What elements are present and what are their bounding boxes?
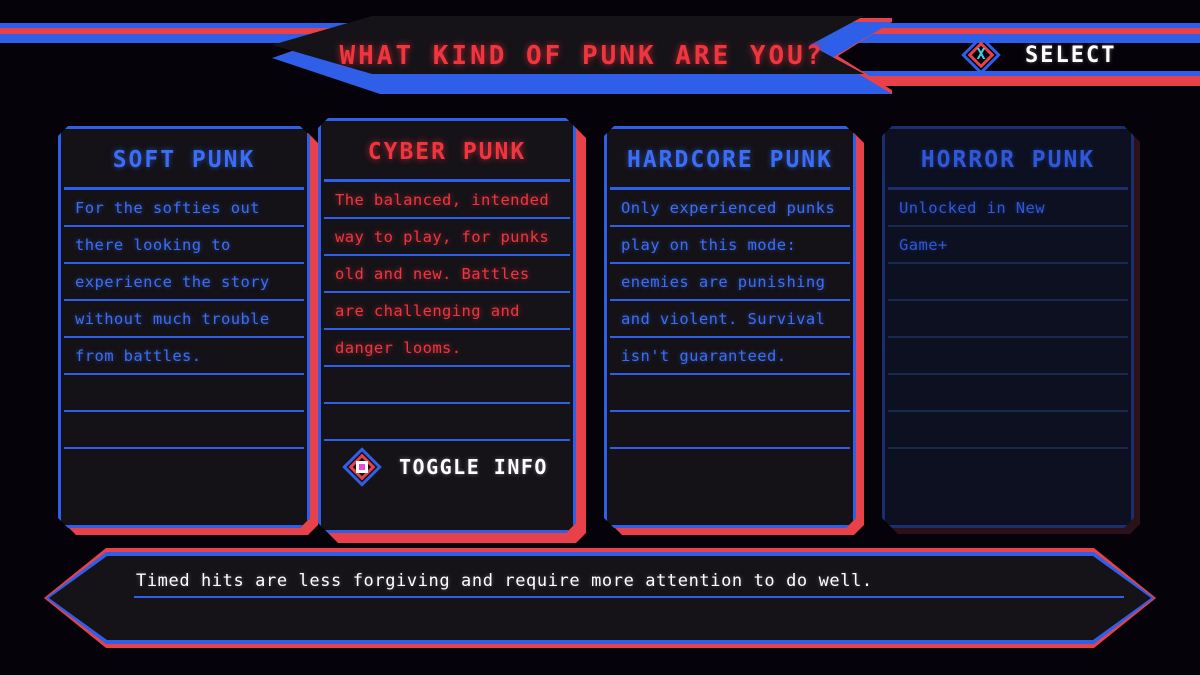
description-line: there looking to [64, 227, 304, 264]
description-line: experience the story [64, 264, 304, 301]
description-line [64, 375, 304, 412]
button-square-icon [333, 447, 391, 487]
card-description: Only experienced punks play on this mode… [610, 190, 850, 522]
description-line: way to play, for punks [324, 219, 570, 256]
description-line [888, 412, 1128, 449]
description-line [888, 301, 1128, 338]
description-line [888, 264, 1128, 301]
card-title: HARDCORE PUNK [610, 132, 850, 190]
game-screen: WHAT KIND OF PUNK ARE YOU? X SELECT SOFT… [0, 0, 1200, 675]
card-horror-punk[interactable]: HORROR PUNK Unlocked in New Game+ [882, 126, 1134, 528]
description-line: Unlocked in New [888, 190, 1128, 227]
description-line [610, 375, 850, 412]
card-description: For the softies out there looking to exp… [64, 190, 304, 522]
description-line: Game+ [888, 227, 1128, 264]
card-frame: HORROR PUNK Unlocked in New Game+ [882, 126, 1134, 528]
status-text: Timed hits are less forgiving and requir… [136, 571, 873, 591]
description-line: and violent. Survival [610, 301, 850, 338]
description-line: from battles. [64, 338, 304, 375]
description-line: play on this mode: [610, 227, 850, 264]
toggle-info-label: TOGGLE INFO [399, 455, 548, 479]
description-line [888, 338, 1128, 375]
description-line: isn't guaranteed. [610, 338, 850, 375]
description-line [888, 375, 1128, 412]
description-line: danger looms. [324, 330, 570, 367]
toggle-info-button[interactable]: TOGGLE INFO [324, 441, 570, 493]
card-description: The balanced, intended way to play, for … [324, 182, 570, 527]
card-title: HORROR PUNK [888, 132, 1128, 190]
description-line: Only experienced punks [610, 190, 850, 227]
card-frame: SOFT PUNK For the softies out there look… [58, 126, 310, 528]
card-title: CYBER PUNK [324, 124, 570, 182]
description-line [324, 404, 570, 441]
description-line [610, 449, 850, 522]
card-soft-punk[interactable]: SOFT PUNK For the softies out there look… [58, 126, 310, 528]
card-cyber-punk[interactable]: CYBER PUNK The balanced, intended way to… [318, 118, 576, 533]
card-hardcore-punk[interactable]: HARDCORE PUNK Only experienced punks pla… [604, 126, 856, 528]
card-description: Unlocked in New Game+ [888, 190, 1128, 522]
description-line: enemies are punishing [610, 264, 850, 301]
card-frame: CYBER PUNK The balanced, intended way to… [318, 118, 576, 533]
square-glyph [356, 461, 368, 473]
description-line [610, 412, 850, 449]
card-frame: HARDCORE PUNK Only experienced punks pla… [604, 126, 856, 528]
description-line [888, 449, 1128, 522]
description-line [324, 367, 570, 404]
description-line: are challenging and [324, 293, 570, 330]
description-line [64, 449, 304, 522]
description-line: For the softies out [64, 190, 304, 227]
status-bar: Timed hits are less forgiving and requir… [44, 548, 1156, 648]
description-line: The balanced, intended [324, 182, 570, 219]
card-title: SOFT PUNK [64, 132, 304, 190]
description-line [64, 412, 304, 449]
description-line: old and new. Battles [324, 256, 570, 293]
description-line: without much trouble [64, 301, 304, 338]
